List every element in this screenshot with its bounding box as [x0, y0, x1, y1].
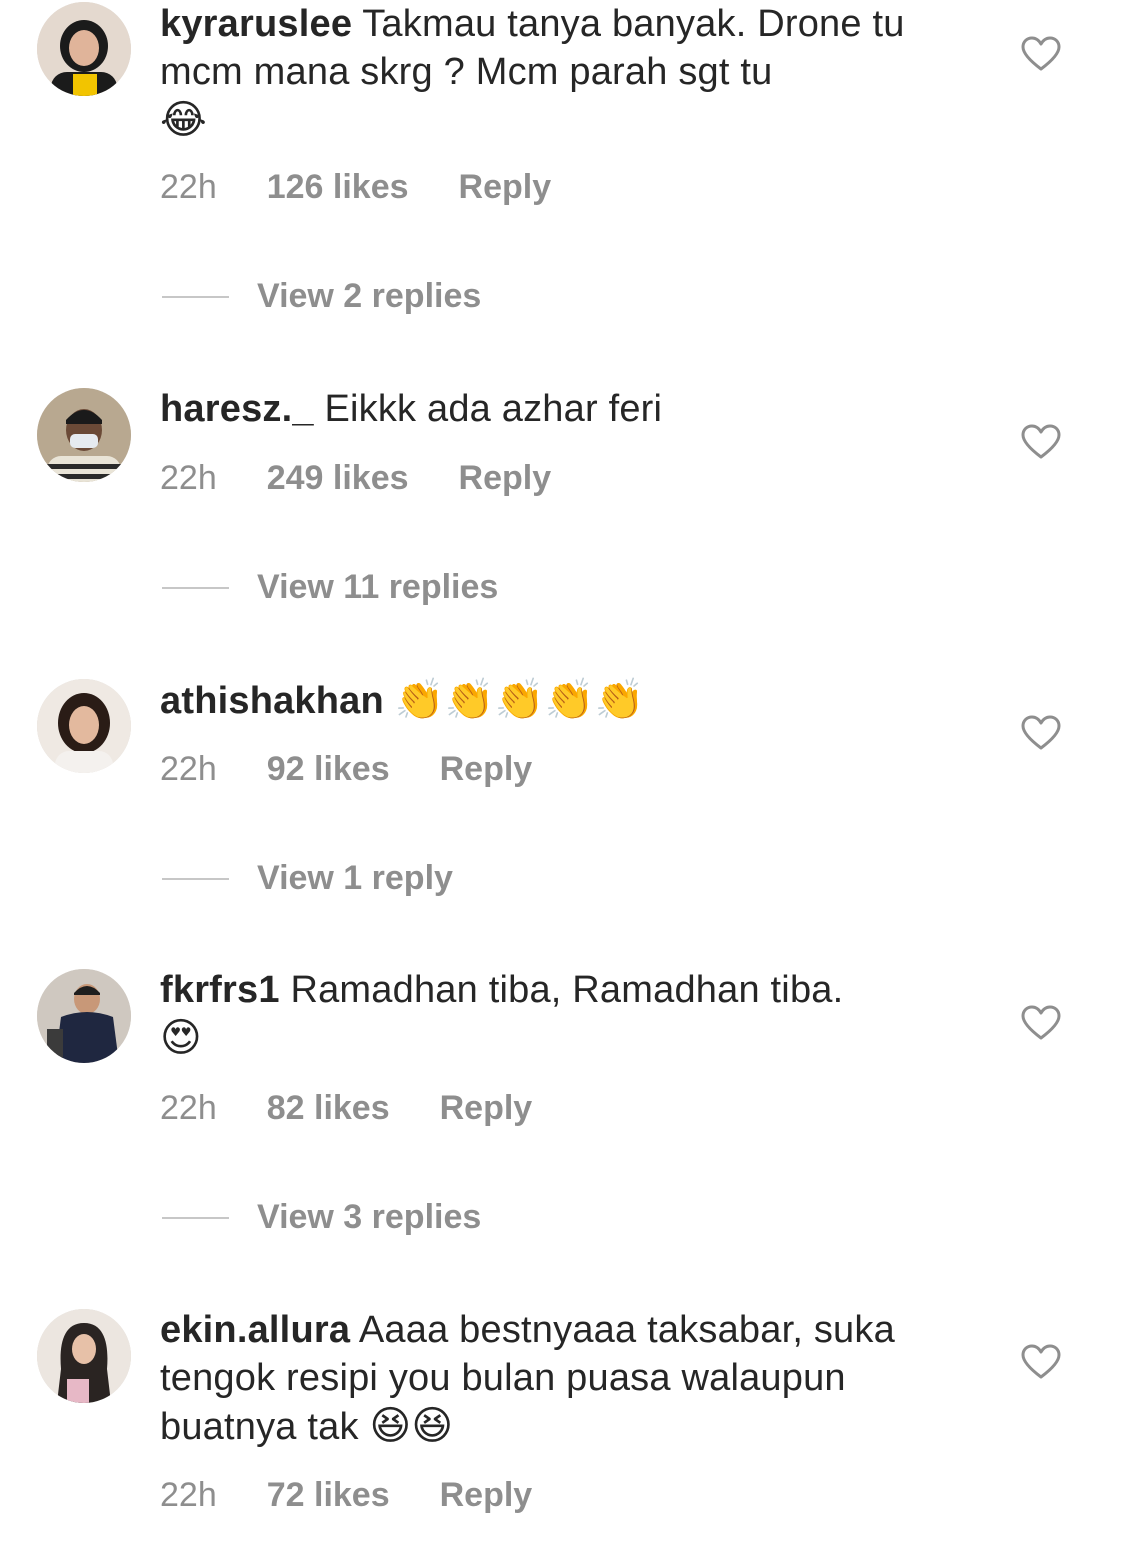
- comment-likes[interactable]: 92 likes: [267, 750, 390, 789]
- comment-meta: 22h 82 likes Reply: [160, 1089, 532, 1128]
- comment-time: 22h: [160, 168, 217, 206]
- view-replies-label[interactable]: View 3 replies: [257, 1198, 481, 1237]
- comment-text-block: athishakhan 👏👏👏👏👏: [160, 676, 960, 725]
- reply-button[interactable]: Reply: [459, 168, 552, 207]
- like-heart-icon[interactable]: [1021, 424, 1061, 460]
- user-avatar[interactable]: [37, 388, 131, 482]
- comment-meta: 22h 126 likes Reply: [160, 168, 551, 207]
- view-replies-button[interactable]: View 11 replies: [162, 568, 498, 607]
- like-heart-icon[interactable]: [1021, 1005, 1061, 1041]
- comment-username[interactable]: fkrfrs1: [160, 969, 280, 1011]
- comment-emoji: 😂: [160, 97, 207, 143]
- reply-button[interactable]: Reply: [440, 1476, 533, 1515]
- comment-time: 22h: [160, 1089, 217, 1127]
- comment-text-block: kyraruslee Takmau tanya banyak. Drone tu…: [160, 0, 960, 145]
- comment-username[interactable]: athishakhan: [160, 680, 384, 722]
- thread-line: [162, 295, 229, 298]
- comment-likes[interactable]: 82 likes: [267, 1089, 390, 1128]
- comment-likes[interactable]: 72 likes: [267, 1476, 390, 1515]
- user-avatar[interactable]: [37, 969, 131, 1063]
- like-heart-icon[interactable]: [1021, 36, 1061, 72]
- view-replies-label[interactable]: View 2 replies: [257, 277, 481, 316]
- user-avatar[interactable]: [37, 1309, 131, 1403]
- thread-line: [162, 1216, 229, 1219]
- comment-text: Ramadhan tiba, Ramadhan tiba.: [290, 969, 844, 1011]
- view-replies-label[interactable]: View 11 replies: [257, 568, 498, 607]
- reply-button[interactable]: Reply: [459, 459, 552, 498]
- comment-meta: 22h 92 likes Reply: [160, 750, 532, 789]
- comment-likes[interactable]: 126 likes: [267, 168, 409, 207]
- like-heart-icon[interactable]: [1021, 1344, 1061, 1380]
- comment-emoji: 😍: [160, 1015, 202, 1061]
- view-replies-button[interactable]: View 2 replies: [162, 277, 481, 316]
- comment-username[interactable]: ekin.allura: [160, 1309, 350, 1351]
- reply-button[interactable]: Reply: [440, 1089, 533, 1128]
- view-replies-button[interactable]: View 1 reply: [162, 859, 453, 898]
- user-avatar[interactable]: [37, 679, 131, 773]
- reply-button[interactable]: Reply: [440, 750, 533, 789]
- thread-line: [162, 877, 229, 880]
- comment-emoji: 😆😆: [369, 1403, 454, 1449]
- comment-meta: 22h 72 likes Reply: [160, 1476, 532, 1515]
- like-heart-icon[interactable]: [1021, 715, 1061, 751]
- view-replies-button[interactable]: View 3 replies: [162, 1198, 481, 1237]
- comment-username[interactable]: haresz._: [160, 388, 314, 430]
- view-replies-label[interactable]: View 1 reply: [257, 859, 453, 898]
- user-avatar[interactable]: [37, 2, 131, 96]
- thread-line: [162, 586, 229, 589]
- comment-text-block: ekin.allura Aaaa bestnyaaa taksabar, suk…: [160, 1306, 960, 1451]
- comment-username[interactable]: kyraruslee: [160, 3, 352, 45]
- comment-time: 22h: [160, 1476, 217, 1514]
- comment-likes[interactable]: 249 likes: [267, 459, 409, 498]
- comment-time: 22h: [160, 750, 217, 788]
- comment-text: Eikkk ada azhar feri: [324, 388, 663, 430]
- comment-text-block: fkrfrs1 Ramadhan tiba, Ramadhan tiba. 😍: [160, 966, 960, 1063]
- comment-time: 22h: [160, 459, 217, 497]
- comment-emoji: 👏👏👏👏👏: [394, 677, 645, 723]
- comment-text-block: haresz._ Eikkk ada azhar feri: [160, 385, 960, 433]
- comment-meta: 22h 249 likes Reply: [160, 459, 551, 498]
